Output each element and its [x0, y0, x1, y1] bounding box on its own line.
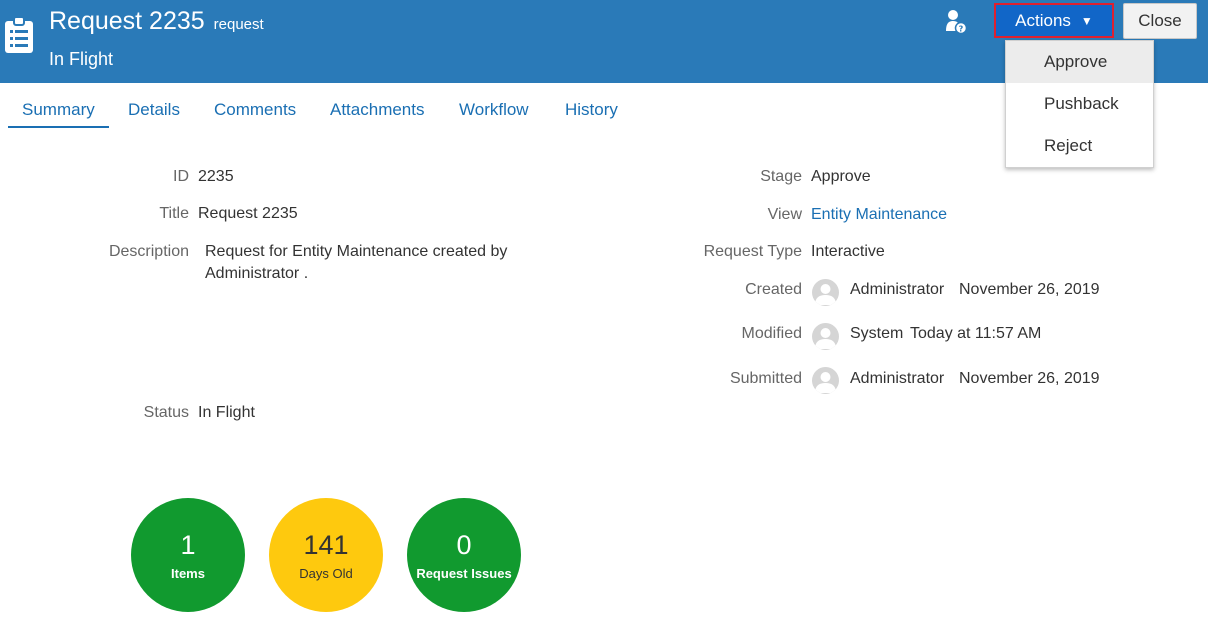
menu-item-reject[interactable]: Reject: [1006, 125, 1153, 167]
request-type-subtitle: request: [213, 16, 264, 33]
id-label: ID: [173, 168, 189, 185]
menu-item-approve[interactable]: Approve: [1006, 41, 1153, 83]
actions-label: Actions: [1015, 10, 1071, 30]
modified-date: Today at 11:57 AM: [910, 325, 1042, 342]
description-label: Description: [108, 243, 189, 260]
menu-item-pushback[interactable]: Pushback: [1006, 83, 1153, 125]
created-date: November 26, 2019: [959, 281, 1100, 298]
view-link[interactable]: Entity Maintenance: [811, 206, 947, 224]
title-value: Request 2235: [198, 205, 298, 222]
page-title: Request 2235 request: [49, 7, 264, 36]
request-issues-metric[interactable]: 0 Request Issues: [407, 498, 521, 612]
user-help-icon[interactable]: ?: [945, 9, 967, 35]
actions-menu: Approve Pushback Reject: [1005, 40, 1154, 168]
title-label: Title: [159, 205, 189, 222]
actions-button[interactable]: Actions ▼: [994, 3, 1114, 38]
stage-label: Stage: [760, 168, 802, 185]
avatar: [812, 367, 839, 394]
request-title: Request 2235: [49, 7, 205, 35]
tab-workflow[interactable]: Workflow: [459, 100, 529, 126]
avatar: [812, 323, 839, 350]
tab-history[interactable]: History: [565, 100, 618, 126]
id-value: 2235: [198, 168, 234, 185]
submitted-user: Administrator: [850, 370, 945, 387]
modified-user: System: [850, 325, 904, 342]
days-old-count: 141: [303, 529, 349, 560]
modified-label: Modified: [741, 325, 802, 342]
days-old-caption: Days Old: [299, 565, 353, 581]
request-issues-count: 0: [456, 529, 472, 560]
submitted-label: Submitted: [729, 370, 802, 387]
tab-details[interactable]: Details: [128, 100, 180, 126]
user-avatar-icon: [815, 372, 836, 393]
tab-comments[interactable]: Comments: [214, 100, 296, 126]
request-issues-caption: Request Issues: [416, 565, 512, 581]
user-avatar-icon: [815, 284, 836, 305]
close-button[interactable]: Close: [1123, 3, 1197, 39]
created-user: Administrator: [850, 281, 945, 298]
view-label: View: [767, 206, 802, 223]
caret-down-icon: ▼: [1080, 13, 1093, 28]
items-caption: Items: [171, 565, 205, 581]
items-count: 1: [180, 529, 196, 560]
user-avatar-icon: [815, 328, 836, 349]
stage-value: Approve: [811, 168, 871, 185]
svg-text:?: ?: [959, 25, 964, 34]
status-label: Status: [143, 404, 189, 421]
description-value: Request for Entity Maintenance created b…: [205, 243, 508, 282]
header-status: In Flight: [49, 49, 114, 69]
created-label: Created: [745, 281, 802, 298]
submitted-date: November 26, 2019: [959, 370, 1100, 387]
request-type-label: Request Type: [703, 243, 802, 260]
avatar: [812, 279, 839, 306]
items-metric[interactable]: 1 Items: [131, 498, 245, 612]
status-value: In Flight: [198, 404, 255, 421]
clipboard-icon: [5, 16, 33, 53]
tab-attachments[interactable]: Attachments: [330, 100, 425, 126]
tab-summary[interactable]: Summary: [8, 100, 109, 128]
request-type-value: Interactive: [811, 243, 885, 260]
days-old-metric[interactable]: 141 Days Old: [269, 498, 383, 612]
